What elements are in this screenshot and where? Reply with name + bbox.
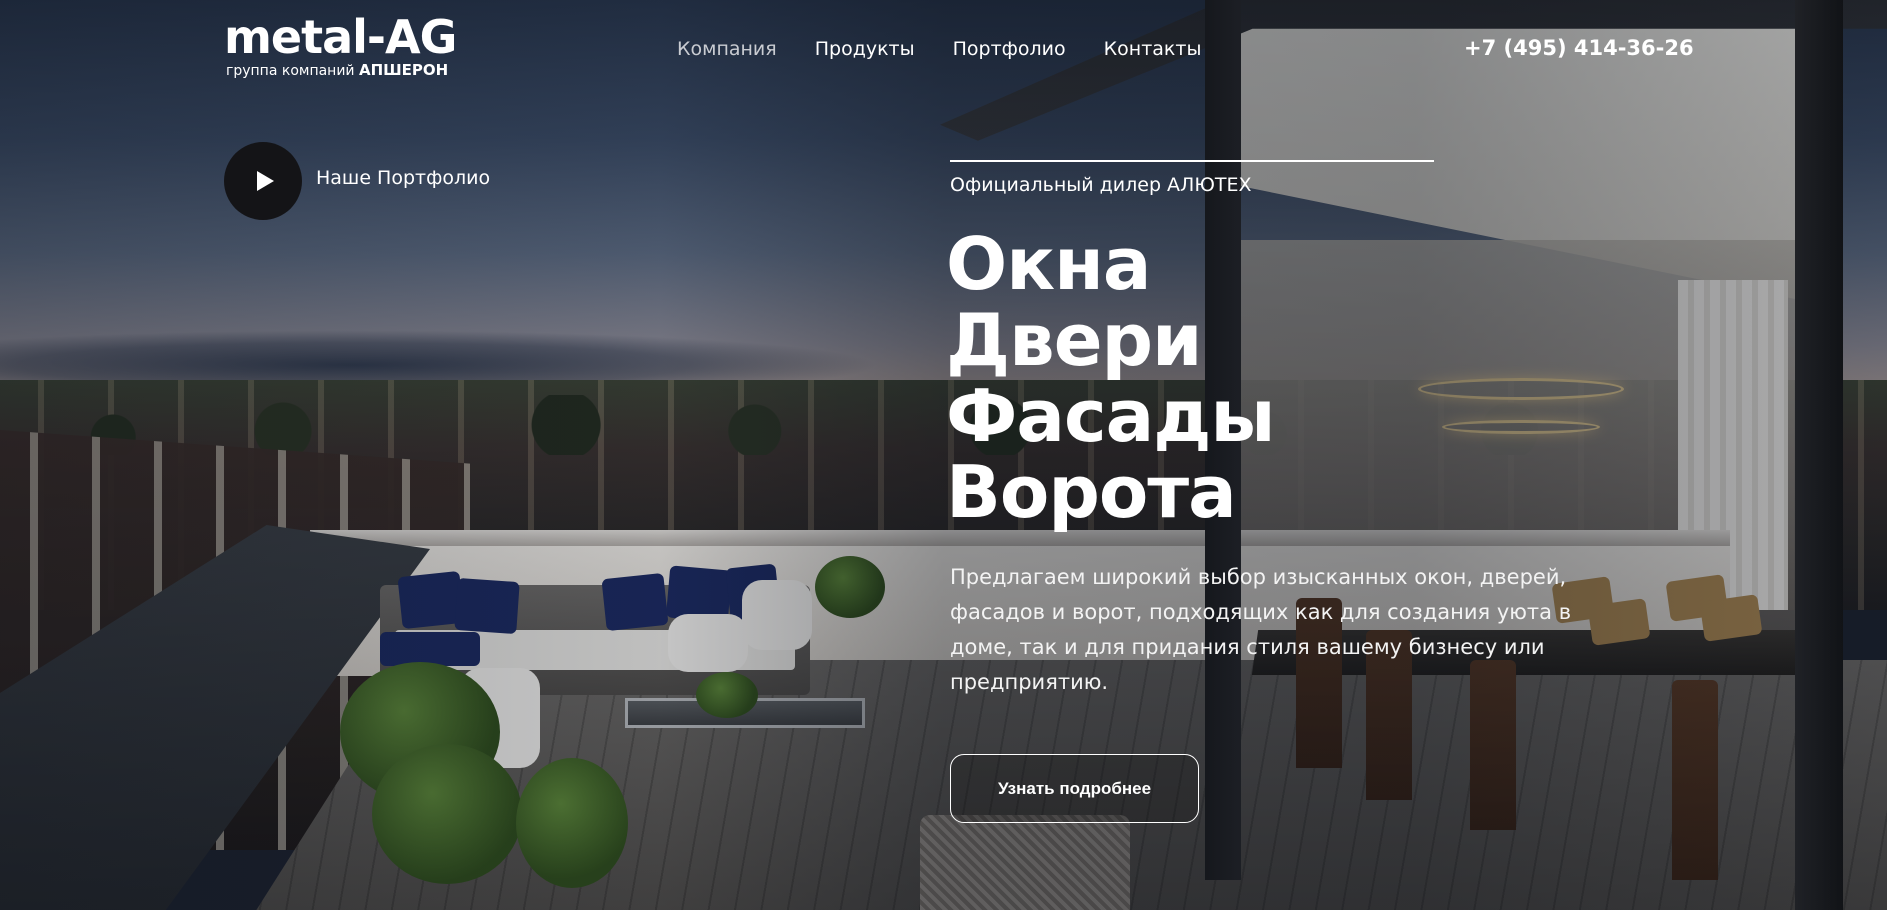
hero-section: metal-AG группа компаний АПШЕРОН Компани…: [0, 0, 1887, 910]
site-logo[interactable]: metal-AG группа компаний АПШЕРОН: [224, 12, 484, 84]
headline-line-gates: Ворота: [946, 450, 1237, 534]
portfolio-play-button[interactable]: [224, 142, 302, 220]
phone-link[interactable]: +7 (495) 414-36-26: [1464, 36, 1694, 60]
logo-wordmark: metal-AG: [224, 10, 457, 64]
headline-line-facades: Фасады: [946, 374, 1276, 458]
nav-item-portfolio[interactable]: Портфолио: [953, 38, 1066, 60]
nav-item-contacts[interactable]: Контакты: [1104, 38, 1202, 60]
main-nav: Компания Продукты Портфолио Контакты: [677, 38, 1201, 60]
learn-more-button[interactable]: Узнать подробнее: [950, 754, 1199, 823]
logo-tagline: группа компаний АПШЕРОН: [226, 61, 448, 80]
hero-description: Предлагаем широкий выбор изысканных окон…: [950, 565, 1572, 694]
headline-line-doors: Двери: [946, 298, 1203, 382]
play-icon: [257, 171, 274, 191]
logo-tagline-prefix: группа компаний: [226, 63, 355, 79]
site-header: metal-AG группа компаний АПШЕРОН Компани…: [0, 0, 1887, 100]
dealer-caption: Официальный дилер АЛЮТЕХ: [950, 174, 1252, 196]
nav-item-company[interactable]: Компания: [677, 38, 777, 60]
headline-line-windows: Окна: [946, 222, 1151, 306]
logo-tagline-name: АПШЕРОН: [358, 61, 449, 79]
hero-headline: Окна Двери Фасады Ворота: [946, 222, 1276, 534]
portfolio-label[interactable]: Наше Портфолио: [316, 167, 490, 189]
nav-item-products[interactable]: Продукты: [815, 38, 915, 60]
hero-divider: [950, 160, 1434, 162]
hero-background-image: [0, 0, 1887, 910]
